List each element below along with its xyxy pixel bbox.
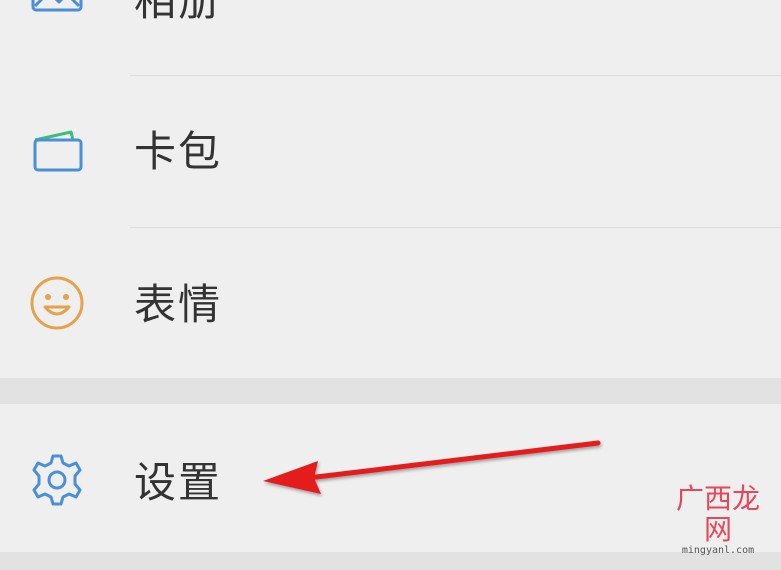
menu-item-label: 相册 <box>134 0 223 25</box>
watermark-url: mingyanl.com <box>681 545 755 556</box>
wallet-icon <box>27 122 87 182</box>
menu-item-stickers[interactable]: 表情 <box>0 228 781 378</box>
image-icon <box>27 0 87 22</box>
watermark-text: 广西龙网 <box>675 482 760 547</box>
gear-icon <box>27 450 87 510</box>
menu-item-label: 表情 <box>134 280 223 329</box>
watermark: 广西龙网 mingyanl.com <box>663 484 773 556</box>
section-separator <box>0 378 781 404</box>
menu-item-cards[interactable]: 卡包 <box>0 76 781 228</box>
smiley-icon <box>27 273 87 333</box>
menu-item-label: 卡包 <box>134 127 223 176</box>
menu-item-album[interactable]: 相册 <box>0 0 781 76</box>
menu-item-label: 设置 <box>134 458 223 507</box>
